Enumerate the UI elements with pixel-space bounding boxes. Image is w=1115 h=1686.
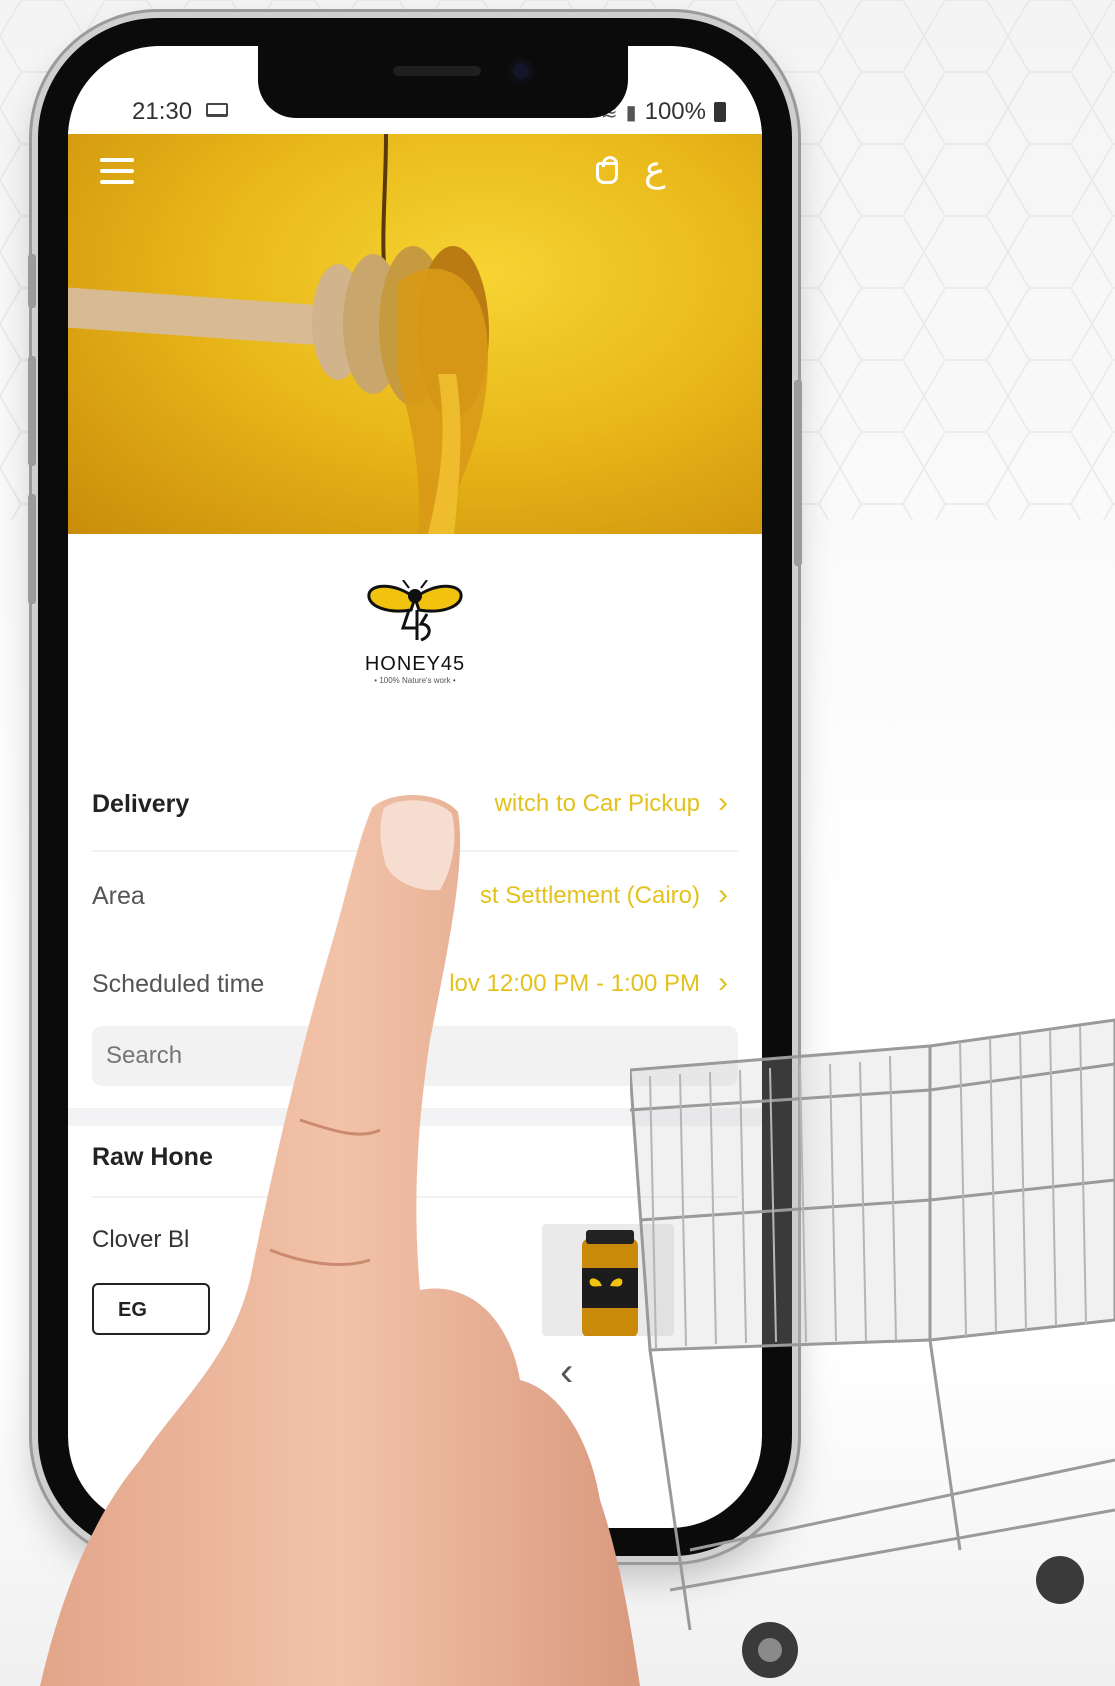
front-camera [508,58,534,84]
brand-logo: HONEY45 • 100% Nature's work • [315,579,515,710]
chevron-right-icon: › [718,878,728,911]
silent-switch [28,254,36,308]
category-title: Raw Hone [92,1143,213,1171]
brand-name: HONEY45 [364,653,466,675]
shopping-cart-image [630,1018,1115,1678]
back-chevron-icon[interactable]: ‹ [560,1350,573,1395]
delivery-title: Delivery [92,790,190,818]
power-button [794,380,802,566]
area-row[interactable]: Area st Settlement (Cairo) › [92,878,738,922]
honey-dipper-image [68,134,489,534]
chevron-right-icon: › [718,786,728,819]
product-name[interactable]: Clover Bl [92,1226,189,1254]
laptop-icon [206,103,228,117]
battery-icon [714,102,726,122]
volume-down-button [28,494,36,604]
hero-banner: ع [68,134,762,534]
switch-to-pickup-link[interactable]: witch to Car Pickup [495,790,700,818]
area-value[interactable]: st Settlement (Cairo) [480,882,700,910]
divider [92,850,738,852]
speaker [393,66,481,76]
signal-icon: ▮ [625,101,637,124]
brand-tagline: • 100% Nature's work • [374,676,456,685]
bee-logo-icon [367,579,463,642]
delivery-row[interactable]: Delivery witch to Car Pickup › [92,786,738,830]
hamburger-menu-icon[interactable] [100,158,134,184]
area-label: Area [92,882,145,910]
notch [258,46,628,118]
language-toggle[interactable]: ع [644,148,665,190]
volume-up-button [28,356,36,466]
battery-percent: 100% [644,98,706,125]
price-button[interactable]: EG [92,1283,210,1335]
scheduled-time-label: Scheduled time [92,970,265,998]
status-time: 21:30 [132,98,193,125]
shopping-bag-icon[interactable] [596,156,618,184]
